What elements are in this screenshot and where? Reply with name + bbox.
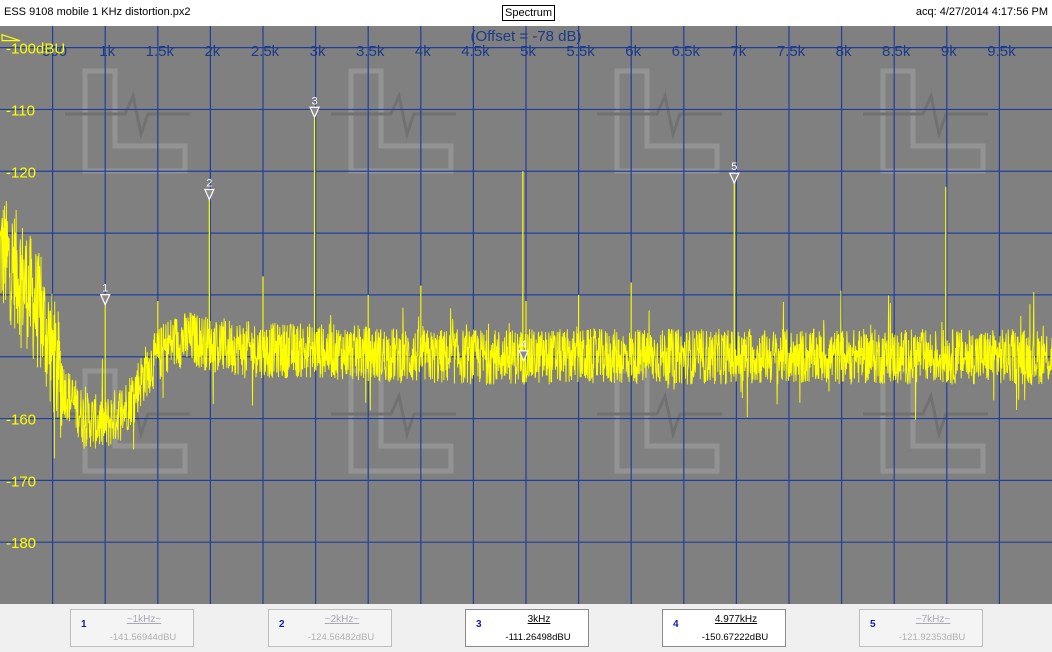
peak-marker-number: 2 <box>206 177 212 189</box>
marker-frequency[interactable]: ~7kHz~ <box>888 614 978 625</box>
marker-readout-1[interactable]: 1 ~1kHz~ -141.56944dBU <box>70 609 194 647</box>
peak-marker-number: 4 <box>521 339 527 351</box>
marker-number: 4 <box>673 619 679 630</box>
peak-marker-triangle <box>99 294 111 307</box>
marker-level: -111.26498dBU <box>505 632 571 643</box>
peak-marker-triangle <box>728 172 740 185</box>
marker-level: -150.67222dBU <box>701 632 769 643</box>
spectrum-mode-button[interactable]: Spectrum <box>502 5 556 21</box>
marker-frequency[interactable]: 4.977kHz <box>691 614 781 625</box>
marker-number: 1 <box>81 619 87 630</box>
peak-marker-number: 3 <box>311 95 317 107</box>
y-tick-label: -170 <box>6 473 36 490</box>
x-tick-label: 9k <box>941 43 957 60</box>
marker-number: 3 <box>476 619 482 630</box>
marker-level: -121.92353dBU <box>898 632 966 643</box>
x-tick-label: 1k <box>99 43 115 60</box>
peak-marker-triangle <box>309 106 320 119</box>
x-tick-label: 3.5k <box>356 43 385 60</box>
watermark-logo <box>863 368 988 474</box>
x-tick-label: 6.5k <box>672 43 701 60</box>
x-tick-label: 5.5k <box>566 43 595 60</box>
marker-level: -124.56482dBU <box>307 632 375 643</box>
watermark-logo <box>331 368 456 474</box>
x-tick-label: 5k <box>520 43 536 60</box>
label-layer: 500 1k 1.5k 2k 2.5k 3k 3.5k 4k 4.5k 5k 5.5k 6k 6.5k 7… <box>1 28 1016 552</box>
offset-label: (Offset = -78 dB) <box>470 28 581 45</box>
y-tick-label: -110 <box>6 102 35 119</box>
x-tick-label: 8k <box>836 43 852 60</box>
peak-marker-triangle <box>203 188 215 201</box>
peak-marker-number: 1 <box>102 283 108 295</box>
y-tick-label: -180 <box>6 535 36 552</box>
marker-layer: 1 2 3 4 5 <box>99 95 740 363</box>
peak-marker-number: 5 <box>731 161 737 173</box>
x-tick-label: 3k <box>310 43 326 60</box>
watermark-logo <box>597 68 722 174</box>
x-tick-label: 2k <box>204 43 220 60</box>
x-tick-label: 4.5k <box>461 43 490 60</box>
marker-frequency[interactable]: ~2kHz~ <box>297 614 387 625</box>
x-tick-label: 8.5k <box>882 43 911 60</box>
watermark-logo <box>863 68 988 174</box>
marker-readout-bar: 1 ~1kHz~ -141.56944dBU 2 ~2kHz~ -124.564… <box>0 604 1052 652</box>
marker-frequency[interactable]: 3kHz <box>494 614 584 625</box>
marker-readout-2[interactable]: 2 ~2kHz~ -124.56482dBU <box>268 609 392 647</box>
watermark-logo <box>331 68 456 174</box>
y-tick-label: -160 <box>6 412 36 429</box>
acquisition-timestamp: acq: 4/27/2014 4:17:56 PM <box>915 6 1048 18</box>
marker-number: 2 <box>279 619 285 630</box>
watermark-logo <box>597 368 722 474</box>
marker-level: -141.56944dBU <box>109 632 177 643</box>
x-tick-label: 6k <box>625 43 641 60</box>
x-tick-label: 9.5k <box>987 43 1016 60</box>
marker-readout-5[interactable]: 5 ~7kHz~ -121.92353dBU <box>859 609 983 647</box>
title-bar: ESS 9108 mobile 1 KHz distortion.px2 Spe… <box>0 0 1052 27</box>
x-tick-label: 7.5k <box>777 43 806 60</box>
y-tick-label: -100dBU <box>6 41 65 58</box>
x-tick-label: 4k <box>415 43 431 60</box>
watermark-logo <box>65 68 190 174</box>
marker-number: 5 <box>870 619 876 630</box>
spectrum-chart[interactable]: 500 1k 1.5k 2k 2.5k 3k 3.5k 4k 4.5k 5k 5.5k 6k 6.5k 7… <box>0 26 1052 604</box>
marker-readout-3[interactable]: 3 3kHz -111.26498dBU <box>465 609 589 647</box>
x-tick-label: 1.5k <box>146 43 175 60</box>
spectrum-plot-area[interactable]: 500 1k 1.5k 2k 2.5k 3k 3.5k 4k 4.5k 5k 5.5k 6k 6.5k 7… <box>0 26 1052 604</box>
x-tick-label: 7k <box>730 43 746 60</box>
y-tick-label: -120 <box>6 164 36 181</box>
file-title: ESS 9108 mobile 1 KHz distortion.px2 <box>4 6 191 18</box>
marker-frequency[interactable]: ~1kHz~ <box>99 614 189 625</box>
marker-readout-4[interactable]: 4 4.977kHz -150.67222dBU <box>662 609 786 647</box>
x-tick-label: 2.5k <box>251 43 280 60</box>
